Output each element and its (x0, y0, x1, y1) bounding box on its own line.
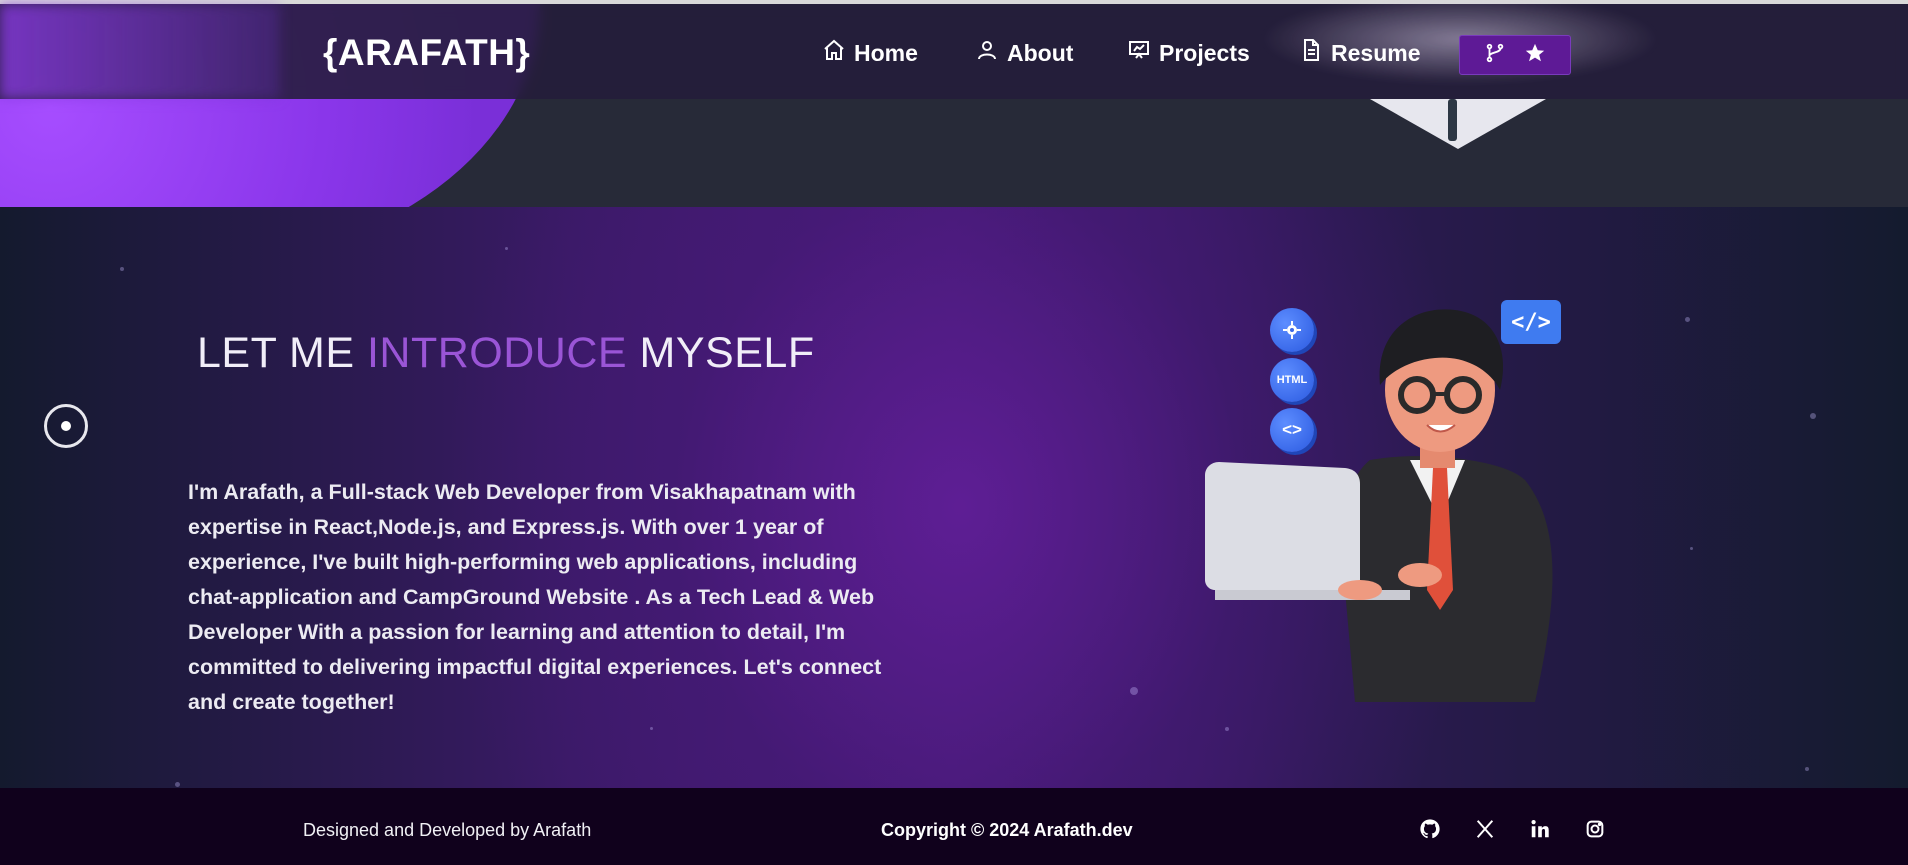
nav-resume[interactable]: Resume (1299, 38, 1420, 68)
decorative-pointer-bar (1448, 99, 1457, 141)
title-suffix: MYSELF (627, 329, 815, 377)
nav-about-label: About (1007, 39, 1074, 66)
instagram-icon[interactable] (1584, 818, 1606, 840)
footer-credit: Designed and Developed by Arafath (303, 820, 592, 840)
navbar: {ARAFATH} Home About Projects Resume (0, 0, 1908, 99)
nav-home-label: Home (854, 39, 918, 66)
nav-projects[interactable]: Projects (1127, 38, 1250, 68)
github-icon[interactable] (1419, 818, 1441, 840)
home-icon (822, 38, 846, 68)
nav-home[interactable]: Home (822, 38, 918, 68)
nav-projects-label: Projects (1159, 39, 1250, 66)
section-title: LET ME INTRODUCE MYSELF (197, 329, 815, 378)
fork-icon (1484, 42, 1506, 69)
linkedin-icon[interactable] (1529, 818, 1551, 840)
developer-figure (1205, 309, 1553, 702)
document-icon (1299, 38, 1323, 68)
nav-resume-label: Resume (1331, 39, 1421, 66)
x-icon[interactable] (1474, 818, 1496, 840)
footer-copyright: Copyright © 2024 Arafath.dev (881, 820, 1133, 840)
title-prefix: LET ME (197, 329, 367, 377)
footer: Designed and Developed by Arafath Copyri… (0, 788, 1908, 865)
developer-illustration: HTML <> </> (1195, 290, 1595, 710)
presentation-icon (1127, 38, 1151, 68)
scroll-indicator[interactable] (44, 404, 88, 448)
logo[interactable]: {ARAFATH} (323, 32, 530, 74)
user-icon (975, 38, 999, 68)
about-section: LET ME INTRODUCE MYSELF I'm Arafath, a F… (0, 207, 1908, 788)
star-icon (1524, 42, 1546, 69)
nav-about[interactable]: About (975, 38, 1073, 68)
navbar-glow-left (0, 4, 280, 99)
decorative-pointer (1370, 99, 1546, 149)
github-fork-star-button[interactable] (1459, 35, 1571, 75)
title-highlight: INTRODUCE (366, 329, 628, 377)
intro-paragraph: I'm Arafath, a Full-stack Web Developer … (188, 480, 882, 714)
